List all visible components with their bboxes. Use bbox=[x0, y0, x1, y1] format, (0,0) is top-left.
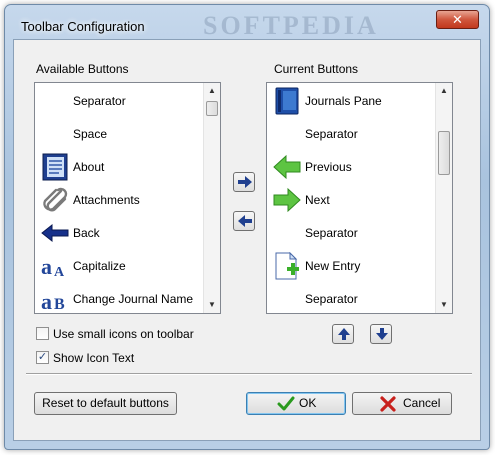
arrow-down-icon bbox=[376, 328, 388, 340]
list-item[interactable]: Separator bbox=[267, 284, 433, 313]
cancel-x-icon bbox=[380, 396, 396, 412]
small-icons-checkbox[interactable] bbox=[36, 327, 49, 340]
current-list-scrollbar[interactable]: ▲ ▼ bbox=[435, 83, 452, 313]
checkmark-icon bbox=[277, 396, 295, 411]
move-up-button[interactable] bbox=[332, 324, 354, 344]
list-item[interactable]: Journals Pane bbox=[267, 86, 433, 116]
reset-to-default-button[interactable]: Reset to default buttons bbox=[34, 392, 177, 415]
svg-text:a: a bbox=[41, 289, 52, 313]
svg-text:a: a bbox=[41, 254, 52, 279]
about-book-icon bbox=[41, 153, 69, 181]
scrollbar-thumb[interactable] bbox=[438, 131, 450, 175]
toolbar-configuration-window: SOFTPEDIA Toolbar Configuration ✕ Availa… bbox=[4, 4, 490, 450]
available-list-scrollbar[interactable]: ▲ ▼ bbox=[203, 83, 220, 313]
window-title: Toolbar Configuration bbox=[21, 19, 145, 34]
move-down-button[interactable] bbox=[370, 324, 392, 344]
current-buttons-list[interactable]: Journals Pane Separator Previous Next Se… bbox=[266, 82, 453, 314]
cancel-button[interactable]: Cancel bbox=[352, 392, 452, 415]
paperclip-icon bbox=[41, 186, 69, 214]
svg-text:B: B bbox=[54, 296, 65, 313]
arrow-left-icon bbox=[238, 215, 252, 227]
available-buttons-label: Available Buttons bbox=[36, 62, 129, 76]
capitalize-icon: a A bbox=[41, 252, 69, 280]
previous-arrow-icon bbox=[273, 153, 301, 181]
back-arrow-icon bbox=[41, 219, 69, 247]
scroll-up-arrow-icon[interactable]: ▲ bbox=[436, 83, 452, 99]
list-item[interactable]: Next bbox=[267, 185, 433, 215]
list-item[interactable]: a A Capitalize bbox=[35, 251, 201, 281]
journals-pane-icon bbox=[273, 87, 301, 115]
ok-button[interactable]: OK bbox=[246, 392, 346, 415]
dialog-body: Available Buttons Current Buttons Separa… bbox=[13, 39, 481, 441]
list-item[interactable]: About bbox=[35, 152, 201, 182]
list-item[interactable]: New Entry bbox=[267, 251, 433, 281]
scroll-down-arrow-icon[interactable]: ▼ bbox=[436, 297, 452, 313]
current-buttons-label: Current Buttons bbox=[274, 62, 359, 76]
arrow-up-icon bbox=[338, 328, 350, 340]
remove-button-left[interactable] bbox=[233, 211, 255, 231]
scroll-up-arrow-icon[interactable]: ▲ bbox=[204, 83, 220, 99]
list-item[interactable]: Separator bbox=[267, 218, 433, 248]
list-item[interactable]: Separator bbox=[267, 119, 433, 149]
divider bbox=[26, 373, 472, 375]
show-icon-text-checkbox[interactable]: ✓ bbox=[36, 351, 49, 364]
arrow-right-icon bbox=[238, 176, 252, 188]
svg-text:A: A bbox=[54, 265, 65, 280]
available-buttons-list[interactable]: Separator Space About Attachments Back a… bbox=[34, 82, 221, 314]
add-button-right[interactable] bbox=[233, 172, 255, 192]
list-item[interactable]: Space bbox=[35, 119, 201, 149]
scroll-down-arrow-icon[interactable]: ▼ bbox=[204, 297, 220, 313]
close-icon: ✕ bbox=[452, 12, 463, 27]
list-item[interactable]: Separator bbox=[35, 86, 201, 116]
scrollbar-thumb[interactable] bbox=[206, 101, 218, 116]
change-journal-name-icon: a B bbox=[41, 285, 69, 313]
list-item[interactable]: Attachments bbox=[35, 185, 201, 215]
list-item[interactable]: a B Change Journal Name bbox=[35, 284, 201, 313]
softpedia-watermark: SOFTPEDIA bbox=[203, 11, 379, 40]
title-bar[interactable]: SOFTPEDIA Toolbar Configuration ✕ bbox=[5, 5, 489, 40]
new-entry-icon bbox=[273, 251, 301, 280]
next-arrow-icon bbox=[273, 186, 301, 214]
close-button[interactable]: ✕ bbox=[436, 10, 479, 29]
list-item[interactable]: Back bbox=[35, 218, 201, 248]
list-item[interactable]: Previous bbox=[267, 152, 433, 182]
